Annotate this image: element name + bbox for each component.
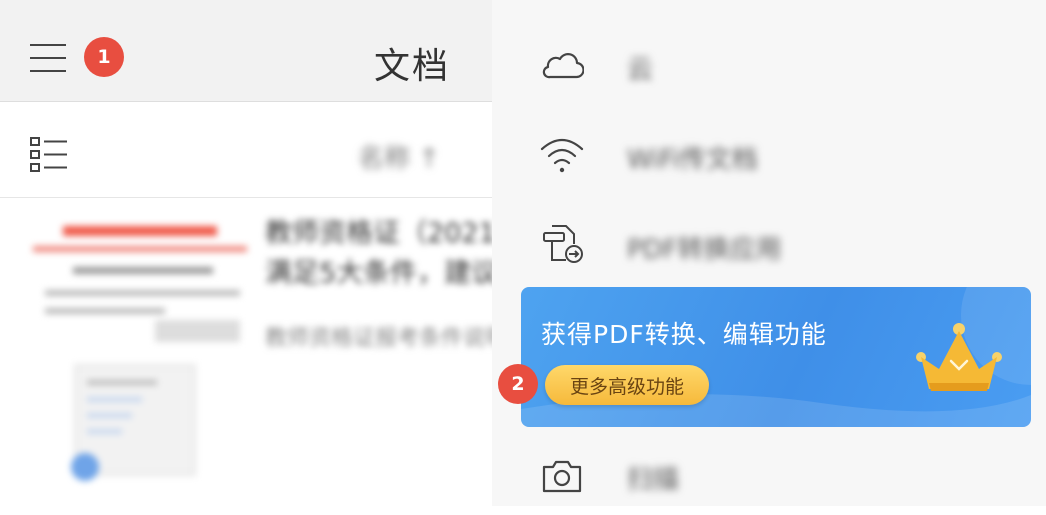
document-title[interactable]: 教师资格证（2021） 满足5大条件，建议	[265, 214, 492, 294]
step-badge: 1	[84, 37, 124, 77]
drawer-item-wifi[interactable]: WiFi传文档	[492, 115, 1046, 195]
drawer-item-label: 扫描	[627, 465, 680, 495]
document-thumbnail[interactable]	[25, 215, 250, 500]
documents-pane: 1 文档 名称 ↑ 教师资格证（2021） 满足5大条件，建议 教师资格证报考条…	[0, 0, 492, 506]
drawer-item-scan[interactable]: 扫描	[492, 435, 1046, 515]
drawer-item-label: PDF转换应用	[627, 235, 782, 265]
list-view-icon[interactable]	[30, 136, 68, 174]
promo-title: 获得PDF转换、编辑功能	[541, 320, 827, 349]
wifi-icon	[540, 138, 584, 173]
document-title-line-2: 满足5大条件，建议	[265, 258, 492, 289]
drawer-item-pdf-convert[interactable]: PDF转换应用	[492, 205, 1046, 285]
document-subtitle: 教师资格证报考条件说明	[265, 326, 492, 351]
page-title: 文档	[373, 46, 450, 87]
cloud-icon	[542, 53, 584, 79]
camera-icon	[542, 460, 582, 493]
step-badge: 2	[498, 364, 538, 404]
promo-banner[interactable]: 获得PDF转换、编辑功能 更多高级功能	[521, 287, 1031, 427]
drawer-item-label: 云	[627, 55, 654, 85]
side-drawer: 云 WiFi传文档 PDF转换应用 扫描	[492, 0, 1046, 506]
sort-label[interactable]: 名称 ↑	[358, 138, 440, 175]
more-features-button[interactable]: 更多高级功能	[545, 365, 709, 405]
document-title-line-1: 教师资格证（2021）	[265, 218, 492, 249]
crown-icon	[916, 323, 1002, 391]
pdf-convert-icon	[543, 225, 583, 263]
drawer-item-cloud[interactable]: 云	[492, 25, 1046, 105]
drawer-item-label: WiFi传文档	[627, 145, 758, 175]
hamburger-menu-icon[interactable]	[30, 44, 66, 72]
top-bar: 1 文档	[0, 0, 492, 102]
